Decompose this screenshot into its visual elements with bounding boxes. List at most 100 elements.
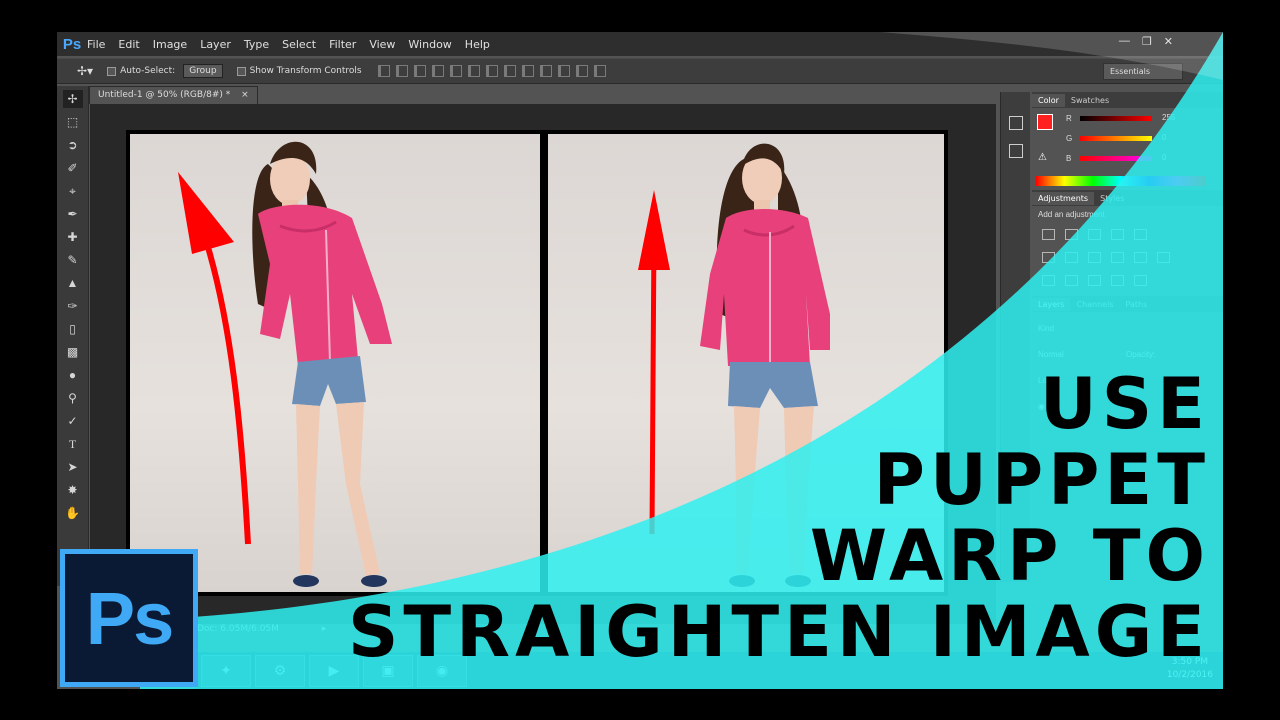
taskbar-start-icon[interactable]: ✦ <box>201 654 251 687</box>
distribute-right-icon[interactable] <box>575 65 588 77</box>
align-vcenter-icon[interactable] <box>395 65 408 77</box>
clone-stamp-tool-icon[interactable]: ▲ <box>63 274 83 292</box>
distribute-top-icon[interactable] <box>485 65 498 77</box>
adjustments-panel: Add an adjustment <box>1032 206 1223 296</box>
black-white-icon[interactable] <box>1088 252 1101 263</box>
color-panel: R 255 G 0 B 0 ⚠ <box>1032 108 1223 190</box>
tab-styles[interactable]: Styles <box>1094 192 1130 205</box>
invert-icon[interactable] <box>1042 275 1055 286</box>
minimize-icon[interactable]: — <box>1119 35 1130 48</box>
curves-icon[interactable] <box>1088 229 1101 240</box>
healing-brush-tool-icon[interactable]: ✚ <box>63 228 83 246</box>
document-tab[interactable]: Untitled-1 @ 50% (RGB/8#) * × <box>89 86 258 104</box>
blur-tool-icon[interactable]: ● <box>63 366 83 384</box>
menu-select[interactable]: Select <box>282 38 316 51</box>
dodge-tool-icon[interactable]: ⚲ <box>63 389 83 407</box>
layer-filter-kind[interactable]: Kind <box>1038 324 1054 333</box>
blend-mode-select[interactable]: Normal <box>1038 350 1064 359</box>
distribute-left-icon[interactable] <box>539 65 552 77</box>
menu-view[interactable]: View <box>369 38 395 51</box>
eraser-tool-icon[interactable]: ▯ <box>63 320 83 338</box>
auto-select-checkbox[interactable] <box>107 66 117 76</box>
hand-tool-icon[interactable]: ✋ <box>63 504 83 522</box>
eyedropper-tool-icon[interactable]: ✒ <box>63 205 83 223</box>
gradient-tool-icon[interactable]: ▩ <box>63 343 83 361</box>
marquee-tool-icon[interactable]: ⬚ <box>63 113 83 131</box>
align-left-icon[interactable] <box>431 65 444 77</box>
history-brush-tool-icon[interactable]: ✑ <box>63 297 83 315</box>
threshold-icon[interactable] <box>1088 275 1101 286</box>
properties-panel-icon[interactable] <box>1008 144 1023 158</box>
opacity-label: Opacity: <box>1126 350 1156 359</box>
menu-file[interactable]: File <box>87 38 105 51</box>
path-select-tool-icon[interactable]: ➤ <box>63 458 83 476</box>
levels-icon[interactable] <box>1065 229 1078 240</box>
menu-layer[interactable]: Layer <box>200 38 231 51</box>
brightness-icon[interactable] <box>1042 229 1055 240</box>
history-panel-icon[interactable] <box>1008 116 1023 130</box>
red-slider[interactable]: R 255 <box>1032 110 1223 130</box>
blue-slider[interactable]: B 0 <box>1032 150 1223 170</box>
distribute-bottom-icon[interactable] <box>521 65 534 77</box>
tools-panel: ✢ ⬚ ➲ ✐ ⌖ ✒ ✚ ✎ ▲ ✑ ▯ ▩ ● ⚲ ✓ T ➤ ✸ ✋ <box>57 86 89 586</box>
green-slider[interactable]: G 0 <box>1032 130 1223 150</box>
align-bottom-icon[interactable] <box>413 65 426 77</box>
photo-filter-icon[interactable] <box>1111 252 1124 263</box>
align-right-icon[interactable] <box>467 65 480 77</box>
menu-type[interactable]: Type <box>244 38 269 51</box>
vibrance-icon[interactable] <box>1134 229 1147 240</box>
color-balance-icon[interactable] <box>1065 252 1078 263</box>
hue-saturation-icon[interactable] <box>1042 252 1055 263</box>
align-top-icon[interactable] <box>377 65 390 77</box>
curved-arrow-head-icon <box>178 172 234 254</box>
tab-channels[interactable]: Channels <box>1070 298 1119 311</box>
headline-line-4: STRAIGHTEN IMAGE <box>348 591 1210 673</box>
gamut-warning-icon[interactable]: ⚠ <box>1038 152 1047 163</box>
tab-adjustments[interactable]: Adjustments <box>1032 191 1095 205</box>
tab-color[interactable]: Color <box>1032 93 1065 107</box>
channel-mixer-icon[interactable] <box>1134 252 1147 263</box>
exposure-icon[interactable] <box>1111 229 1124 240</box>
restore-icon[interactable]: ❐ <box>1142 35 1152 48</box>
show-transform-checkbox[interactable] <box>236 66 246 76</box>
photoshop-logo: Ps <box>60 549 198 687</box>
adjustment-icons-row-3 <box>1032 269 1223 292</box>
selective-color-icon[interactable] <box>1134 275 1147 286</box>
workspace-switcher[interactable]: Essentials <box>1103 63 1183 80</box>
color-lookup-icon[interactable] <box>1157 252 1170 263</box>
layers-panel-tabs: Layers Channels Paths <box>1032 296 1223 312</box>
align-hcenter-icon[interactable] <box>449 65 462 77</box>
pen-tool-icon[interactable]: ✓ <box>63 412 83 430</box>
menu-filter[interactable]: Filter <box>329 38 356 51</box>
app-logo[interactable]: Ps <box>57 36 87 53</box>
menu-bar: Ps File Edit Image Layer Type Select Fil… <box>57 32 1223 56</box>
shape-tool-icon[interactable]: ✸ <box>63 481 83 499</box>
status-arrow-icon[interactable]: ▸ <box>322 624 327 634</box>
menu-help[interactable]: Help <box>465 38 490 51</box>
taskbar-ie-icon[interactable]: ⚙ <box>255 654 305 687</box>
tab-paths[interactable]: Paths <box>1120 298 1154 311</box>
auto-select-label: Auto-Select: <box>120 66 176 76</box>
crop-tool-icon[interactable]: ⌖ <box>63 182 83 200</box>
lasso-tool-icon[interactable]: ➲ <box>63 136 83 154</box>
close-icon[interactable]: ✕ <box>1164 35 1173 48</box>
auto-align-icon[interactable] <box>593 65 606 77</box>
auto-select-dropdown[interactable]: Group <box>183 64 223 78</box>
type-tool-icon[interactable]: T <box>63 435 83 453</box>
menu-window[interactable]: Window <box>408 38 451 51</box>
menu-edit[interactable]: Edit <box>118 38 139 51</box>
options-bar: ✢▾ Auto-Select: Group Show Transform Con… <box>57 58 1223 84</box>
quick-select-tool-icon[interactable]: ✐ <box>63 159 83 177</box>
color-spectrum-bar[interactable] <box>1036 176 1206 186</box>
tab-swatches[interactable]: Swatches <box>1065 94 1115 107</box>
menu-image[interactable]: Image <box>153 38 187 51</box>
brush-tool-icon[interactable]: ✎ <box>63 251 83 269</box>
posterize-icon[interactable] <box>1065 275 1078 286</box>
gradient-map-icon[interactable] <box>1111 275 1124 286</box>
close-tab-icon[interactable]: × <box>241 90 249 100</box>
distribute-vcenter-icon[interactable] <box>503 65 516 77</box>
move-tool-icon[interactable]: ✢ <box>62 90 83 108</box>
tab-layers[interactable]: Layers <box>1032 297 1071 311</box>
distribute-hcenter-icon[interactable] <box>557 65 570 77</box>
move-tool-icon[interactable]: ✢▾ <box>77 64 93 78</box>
